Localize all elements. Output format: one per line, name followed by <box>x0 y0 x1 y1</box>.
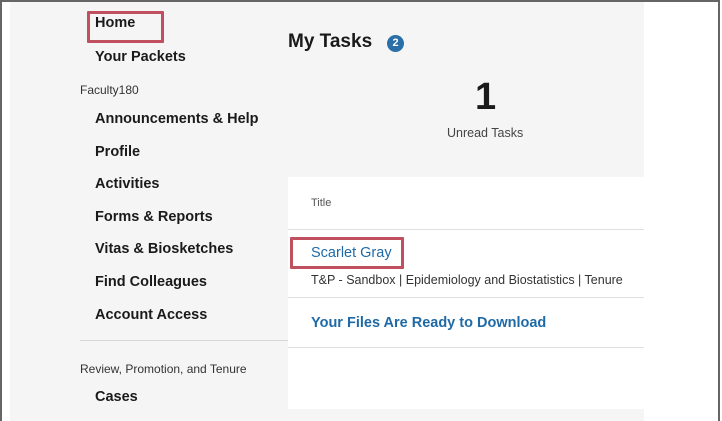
sidebar-item-find-colleagues[interactable]: Find Colleagues <box>95 274 207 290</box>
sidebar-item-account-access[interactable]: Account Access <box>95 307 207 323</box>
sidebar-item-cases[interactable]: Cases <box>95 389 138 405</box>
sidebar-item-activities[interactable]: Activities <box>95 176 159 192</box>
table-row-divider <box>288 347 644 348</box>
sidebar-divider <box>80 340 288 341</box>
table-row-divider <box>288 297 644 298</box>
column-header-title[interactable]: Title <box>311 197 331 209</box>
task-subtitle: T&P - Sandbox | Epidemiology and Biostat… <box>311 273 623 287</box>
task-link-files-ready[interactable]: Your Files Are Ready to Download <box>311 315 546 331</box>
sidebar-item-forms-reports[interactable]: Forms & Reports <box>95 209 213 225</box>
unread-label: Unread Tasks <box>447 126 524 140</box>
sidebar-section-rpt: Review, Promotion, and Tenure <box>80 362 247 376</box>
table-header-divider <box>288 229 644 230</box>
sidebar-item-profile[interactable]: Profile <box>95 144 140 160</box>
task-count-badge: 2 <box>387 35 404 52</box>
sidebar-item-vitas-biosketches[interactable]: Vitas & Biosketches <box>95 241 233 257</box>
sidebar-section-faculty180: Faculty180 <box>80 83 139 97</box>
unread-count: 1 <box>475 76 497 118</box>
page-title: My Tasks <box>288 31 373 52</box>
home-highlight-box <box>87 11 164 43</box>
tasks-table <box>288 177 644 409</box>
sidebar-item-your-packets[interactable]: Your Packets <box>95 49 186 65</box>
sidebar-item-announcements-help[interactable]: Announcements & Help <box>95 111 259 127</box>
task-highlight-box <box>290 237 404 269</box>
